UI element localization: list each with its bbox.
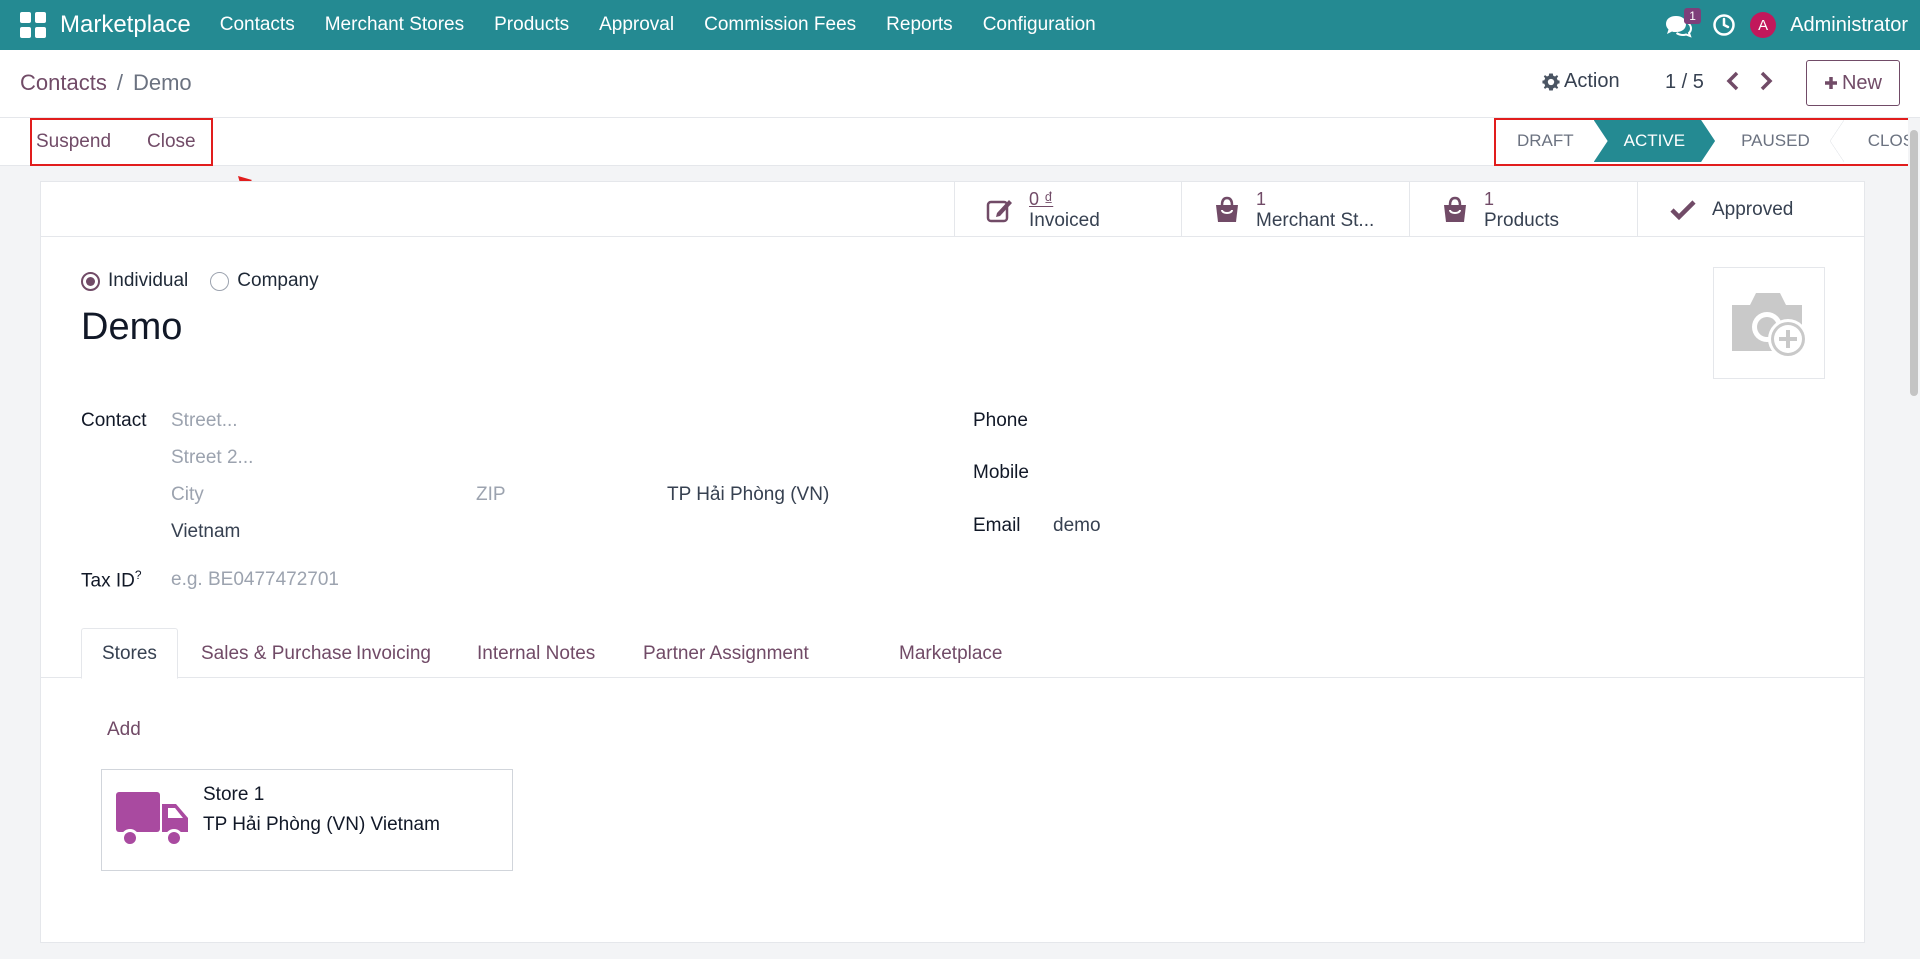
user-avatar[interactable]: A [1750,12,1777,38]
check-icon [1668,199,1698,221]
tab-stores[interactable]: Stores [81,628,178,679]
new-label: New [1841,71,1882,94]
chevron-left-icon[interactable] [1725,70,1741,92]
menu-merchant-stores[interactable]: Merchant Stores [310,14,479,36]
action-label: Action [1564,70,1620,92]
store-name: Store 1 [203,784,265,805]
contact-label: Contact [81,410,147,431]
shopping-bag-icon [1212,196,1242,224]
street-field[interactable]: Street... [171,410,238,432]
add-store-button[interactable]: Add [107,719,141,741]
highlight-box-stages [1494,118,1910,166]
scrollbar-thumb[interactable] [1910,130,1918,396]
merchant-stores-label: Merchant St... [1256,209,1375,231]
store-card[interactable]: Store 1 TP Hải Phòng (VN) Vietnam [101,769,513,871]
tab-partner-assignment[interactable]: Partner Assignment [623,628,829,679]
products-smart-button[interactable]: 1 Products [1409,182,1637,237]
gear-icon [1542,72,1560,91]
breadcrumb: Contacts / Demo [20,70,192,96]
email-field[interactable]: demo [1053,515,1101,537]
image-upload[interactable] [1713,267,1825,379]
radio-company[interactable] [210,271,230,291]
menu-approval[interactable]: Approval [584,14,689,36]
email-label: Email [973,515,1021,536]
tax-id-label: Tax ID? [81,568,142,592]
invoiced-value: 0 ₫ [1029,188,1054,209]
highlight-box-buttons [30,118,213,166]
menu-contacts[interactable]: Contacts [205,14,310,36]
radio-company-label[interactable]: Company [237,270,318,292]
state-field[interactable]: TP Hải Phòng (VN) [667,484,829,506]
menu-products[interactable]: Products [479,14,584,36]
city-field[interactable]: City [171,484,204,506]
breadcrumb-separator: / [116,70,123,95]
statusbar: Suspend Close DRAFT ACTIVE PAUSED CLOSED [0,118,1920,166]
tax-id-text: Tax ID [81,570,135,592]
invoiced-label: Invoiced [1029,209,1100,231]
approved-smart-button[interactable]: Approved [1637,182,1864,237]
camera-add-icon [1732,293,1808,359]
products-count: 1 [1484,188,1495,209]
merchant-stores-count: 1 [1256,188,1267,209]
control-panel: Contacts / Demo Action 1 / 5 New [0,50,1920,118]
top-navbar: Marketplace Contacts Merchant Stores Pro… [0,0,1920,50]
page-scrollbar[interactable] [1908,118,1920,959]
main-menu: Contacts Merchant Stores Products Approv… [205,14,1111,36]
smart-button-box: 0 ₫ Invoiced 1 Merchant St... 1 Products… [41,182,1864,237]
clock-icon[interactable] [1712,13,1736,37]
navbar-systray: 1 A Administrator [1664,0,1908,50]
action-button[interactable]: Action [1542,70,1620,93]
mobile-label: Mobile [973,462,1029,483]
store-address: TP Hải Phòng (VN) Vietnam [203,814,440,835]
new-button[interactable]: New [1806,60,1900,106]
radio-individual[interactable] [81,271,100,291]
notebook-tabs: Stores Sales & Purchase Invoicing Intern… [41,628,1864,679]
products-label: Products [1484,209,1559,231]
zip-field[interactable]: ZIP [476,484,506,506]
radio-individual-label[interactable]: Individual [108,270,188,292]
tab-marketplace[interactable]: Marketplace [879,628,1023,679]
tab-internal-notes[interactable]: Internal Notes [457,628,615,679]
app-brand[interactable]: Marketplace [60,11,191,39]
menu-reports[interactable]: Reports [871,14,968,36]
pager-value[interactable]: 1 / 5 [1665,71,1704,94]
chevron-right-icon[interactable] [1758,70,1774,92]
breadcrumb-contacts[interactable]: Contacts [20,70,107,95]
partner-name-field[interactable]: Demo [81,306,182,349]
truck-icon [116,792,188,847]
phone-label: Phone [973,410,1028,431]
help-icon[interactable]: ? [135,568,142,582]
company-type-selector: Individual Company [81,270,333,292]
menu-configuration[interactable]: Configuration [968,14,1111,36]
chat-count-badge: 1 [1684,8,1701,24]
apps-menu-icon[interactable] [20,12,46,38]
merchant-stores-smart-button[interactable]: 1 Merchant St... [1181,182,1409,237]
country-field[interactable]: Vietnam [171,521,240,543]
invoiced-smart-button[interactable]: 0 ₫ Invoiced [954,182,1181,237]
form-sheet: 0 ₫ Invoiced 1 Merchant St... 1 Products… [40,181,1865,943]
plus-icon [1824,77,1837,89]
breadcrumb-current: Demo [132,70,192,95]
shopping-bag-icon [1440,196,1470,224]
edit-icon [985,197,1015,223]
tab-invoicing[interactable]: Invoicing [336,628,451,679]
street2-field[interactable]: Street 2... [171,447,253,469]
menu-commission-fees[interactable]: Commission Fees [689,14,871,36]
messaging-button[interactable]: 1 [1664,8,1701,40]
tax-id-field[interactable]: e.g. BE0477472701 [171,569,339,591]
approved-label: Approved [1712,198,1794,220]
user-name[interactable]: Administrator [1790,14,1908,37]
